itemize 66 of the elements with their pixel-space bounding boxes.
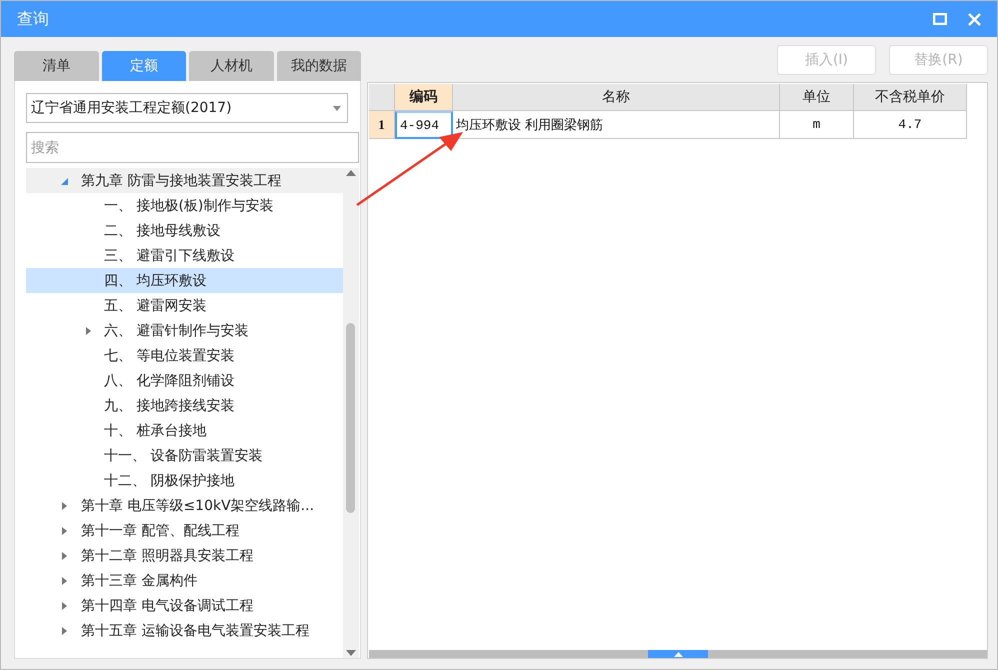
tree-item-label: 二、 接地母线敷设 xyxy=(104,222,220,240)
column-header[interactable]: 编码 xyxy=(395,84,453,111)
collapsed-caret-icon[interactable] xyxy=(59,550,69,560)
tree-item-label: 一、 接地极(板)制作与安装 xyxy=(104,196,274,214)
window-title: 查询 xyxy=(17,8,50,30)
tree-item-label: 第十四章 电气设备调试工程 xyxy=(81,596,254,614)
tree-item-label: 五、 避雷网安装 xyxy=(104,296,206,314)
tree-item[interactable]: 第十三章 金属构件 xyxy=(26,568,343,593)
maximize-icon[interactable] xyxy=(933,13,947,25)
tree-item-label: 六、 避雷针制作与安装 xyxy=(104,322,248,340)
collapsed-caret-icon[interactable] xyxy=(59,500,69,510)
tree-item[interactable]: 十二、 阴极保护接地 xyxy=(26,468,343,493)
collapsed-caret-icon[interactable] xyxy=(83,326,93,336)
scroll-down-icon[interactable] xyxy=(346,650,356,656)
tree-item[interactable]: 三、 避雷引下线敷设 xyxy=(26,243,343,268)
close-icon[interactable] xyxy=(968,12,980,26)
column-header[interactable]: 名称 xyxy=(453,84,780,111)
column-header[interactable]: 不含税单价 xyxy=(854,84,967,111)
tree-item[interactable]: 八、 化学降阻剂铺设 xyxy=(26,368,343,393)
library-dropdown[interactable]: 辽宁省通用安装工程定额(2017) xyxy=(26,93,348,123)
expanded-caret-icon[interactable] xyxy=(59,176,69,186)
scrollbar-thumb[interactable] xyxy=(346,323,355,513)
tree-item-label: 第十一章 配管、配线工程 xyxy=(81,522,240,540)
tree-item-label: 十、 桩承台接地 xyxy=(104,422,206,440)
scroll-up-icon[interactable] xyxy=(346,170,356,176)
tree-item[interactable]: 二、 接地母线敷设 xyxy=(26,218,343,243)
collapsed-caret-icon[interactable] xyxy=(59,576,69,586)
tree-item-label: 七、 等电位装置安装 xyxy=(104,346,234,364)
tree-item-label: 三、 避雷引下线敷设 xyxy=(104,246,234,264)
tree-item-label: 十二、 阴极保护接地 xyxy=(104,472,234,490)
tree-item-label: 九、 接地跨接线安装 xyxy=(104,396,234,414)
tree-item[interactable]: 十、 桩承台接地 xyxy=(26,418,343,443)
tree-item[interactable]: 第十章 电压等级≤10kV架空线路输... xyxy=(26,493,343,518)
collapsed-caret-icon[interactable] xyxy=(59,526,69,536)
collapsed-caret-icon[interactable] xyxy=(59,626,69,636)
tree-item[interactable]: 五、 避雷网安装 xyxy=(26,293,343,318)
tree-item-label: 第九章 防雷与接地装置安装工程 xyxy=(81,172,282,190)
tree-item[interactable]: 第十二章 照明器具安装工程 xyxy=(26,543,343,568)
tree-item[interactable]: 第十五章 运输设备电气装置安装工程 xyxy=(26,618,343,643)
expand-up-icon[interactable] xyxy=(674,652,682,656)
tab[interactable]: 清单 xyxy=(14,51,98,81)
tree-item-label: 第十五章 运输设备电气装置安装工程 xyxy=(81,622,310,640)
tree-item[interactable]: 第十一章 配管、配线工程 xyxy=(26,518,343,543)
tab[interactable]: 人材机 xyxy=(189,51,274,81)
tree-item[interactable]: 十一、 设备防雷装置安装 xyxy=(26,443,343,468)
search-field[interactable]: 搜索 xyxy=(26,132,359,163)
tree-item[interactable]: 九、 接地跨接线安装 xyxy=(26,393,343,418)
tree-item[interactable]: 一、 接地极(板)制作与安装 xyxy=(26,193,343,218)
column-header[interactable]: 单位 xyxy=(780,84,854,111)
tree-item-label: 八、 化学降阻剂铺设 xyxy=(104,372,234,390)
tree-item[interactable]: 六、 避雷针制作与安装 xyxy=(26,318,343,343)
tree-item[interactable]: 四、 均压环敷设 xyxy=(26,268,343,293)
tree-item-label: 十一、 设备防雷装置安装 xyxy=(104,446,262,464)
tree-item-label: 第十章 电压等级≤10kV架空线路输... xyxy=(81,496,314,514)
row-number: 1 xyxy=(369,111,395,139)
tab[interactable]: 我的数据 xyxy=(276,51,361,81)
tree-item-label: 第十三章 金属构件 xyxy=(81,572,198,590)
tree-item[interactable]: 第十四章 电气设备调试工程 xyxy=(26,593,343,618)
collapsed-caret-icon[interactable] xyxy=(59,600,69,610)
table-cell[interactable]: m xyxy=(780,111,854,139)
tree-item-label: 四、 均压环敷设 xyxy=(104,272,206,290)
table-cell[interactable]: 4.7 xyxy=(854,111,967,139)
tree-item-label: 第十二章 照明器具安装工程 xyxy=(81,546,254,564)
tree-item[interactable]: 七、 等电位装置安装 xyxy=(26,343,343,368)
tree-item[interactable]: 第九章 防雷与接地装置安装工程 xyxy=(26,168,343,193)
dropdown-caret-icon xyxy=(333,106,341,110)
